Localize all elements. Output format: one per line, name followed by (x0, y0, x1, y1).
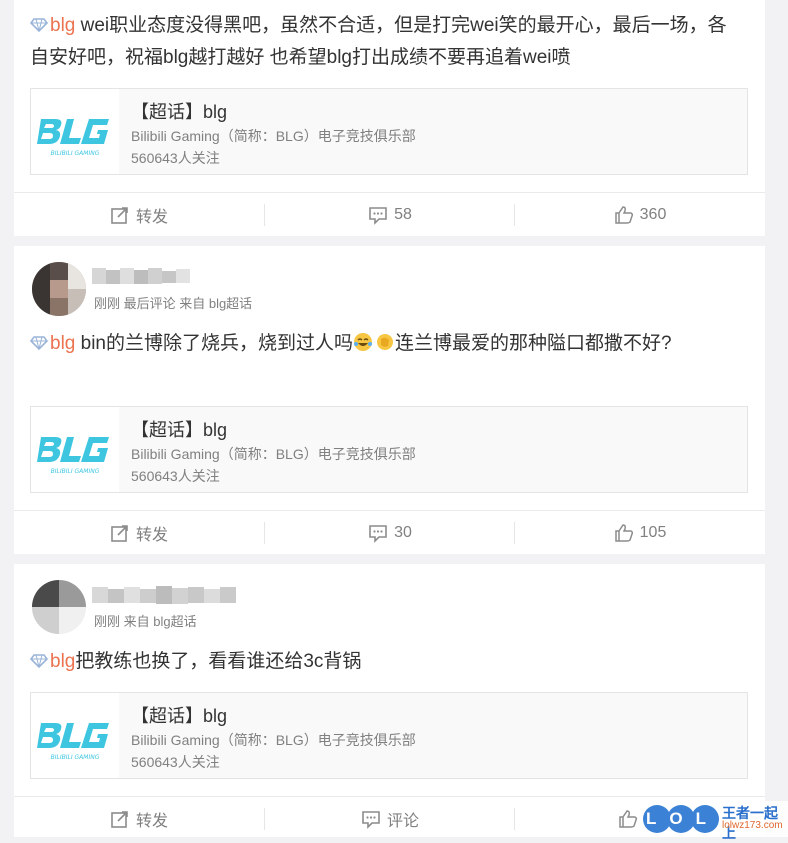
like-icon (614, 523, 634, 543)
avatar[interactable] (32, 262, 86, 316)
watermark-logo-text: LOL (646, 809, 719, 828)
watermark-url: lolwz173.com (722, 820, 783, 831)
super-topic-icon (30, 654, 48, 668)
topic-card-followers: 560643人关注 (131, 150, 220, 166)
repost-button[interactable]: 转发 (14, 193, 264, 237)
topic-card-desc: Bilibili Gaming（简称：BLG）电子竞技俱乐部 (131, 446, 416, 462)
action-bar: 转发 30 105 (14, 510, 765, 555)
blg-logo-icon (31, 407, 119, 492)
avatar[interactable] (32, 580, 86, 634)
like-button[interactable]: 360 (515, 193, 765, 237)
topic-card-title: 【超话】blg (131, 420, 228, 440)
repost-label: 转发 (135, 209, 168, 226)
post-body: wei职业态度没得黑吧，虽然不合适，但是打完wei笑的最开心，最后一场，各自安好… (30, 15, 727, 68)
comment-icon (368, 523, 388, 543)
post-meta: 刚刚 来自 blg超话 (94, 614, 197, 629)
post-card-2: 刚刚 最后评论 来自 blg超话 blg bin的兰博除了烧兵，烧到过人吗 连兰博… (14, 246, 765, 554)
topic-link[interactable]: blg (50, 333, 75, 354)
laugh-cry-emoji-icon (354, 333, 372, 351)
topic-card-title: 【超话】blg (131, 706, 228, 726)
site-watermark: LOL 王者一起上 lolwz173.com (640, 801, 788, 841)
topic-card-followers: 560643人关注 (131, 468, 220, 484)
topic-link[interactable]: blg (50, 651, 75, 672)
repost-label: 转发 (135, 813, 168, 830)
post-text: blg把教练也换了，看看谁还给3c背锅 (30, 646, 737, 678)
comment-count: 30 (394, 524, 412, 541)
post-meta: 刚刚 最后评论 来自 blg超话 (94, 296, 253, 311)
like-icon (614, 205, 634, 225)
topic-link[interactable]: blg (50, 15, 75, 36)
like-count: 105 (639, 524, 667, 541)
hand-emoji-icon (377, 334, 393, 350)
topic-card[interactable]: 【超话】blg Bilibili Gaming（简称：BLG）电子竞技俱乐部 5… (30, 692, 748, 779)
post-text: blg bin的兰博除了烧兵，烧到过人吗 连兰博最爱的那种隘口都撒不好? (30, 328, 737, 360)
post-card-3: 刚刚 来自 blg超话 blg把教练也换了，看看谁还给3c背锅 【超话】blg … (14, 564, 765, 837)
repost-icon (110, 809, 130, 829)
super-topic-icon (30, 336, 48, 350)
like-button[interactable]: 105 (515, 511, 765, 555)
action-bar: 转发 58 360 (14, 192, 765, 237)
topic-card-desc: Bilibili Gaming（简称：BLG）电子竞技俱乐部 (131, 732, 416, 748)
post-body: bin的兰博除了烧兵，烧到过人吗 (75, 333, 353, 354)
topic-card-desc: Bilibili Gaming（简称：BLG）电子竞技俱乐部 (131, 128, 416, 144)
like-count: 360 (639, 206, 667, 223)
comment-label: 评论 (386, 813, 419, 830)
topic-card[interactable]: 【超话】blg Bilibili Gaming（简称：BLG）电子竞技俱乐部 5… (30, 88, 748, 175)
repost-button[interactable]: 转发 (14, 511, 264, 555)
username-blurred[interactable] (92, 584, 248, 604)
blg-logo-icon (31, 693, 119, 778)
super-topic-icon (30, 18, 48, 32)
repost-button[interactable]: 转发 (14, 797, 264, 841)
comment-icon (361, 809, 381, 829)
comment-button[interactable]: 30 (265, 511, 515, 555)
topic-card-title: 【超话】blg (131, 102, 228, 122)
repost-icon (110, 523, 130, 543)
comment-button[interactable]: 评论 (265, 797, 515, 841)
post-body-cont: 连兰博最爱的那种隘口都撒不好? (395, 333, 672, 354)
username-blurred[interactable] (92, 266, 202, 286)
topic-card[interactable]: 【超话】blg Bilibili Gaming（简称：BLG）电子竞技俱乐部 5… (30, 406, 748, 493)
post-text: blg wei职业态度没得黑吧，虽然不合适，但是打完wei笑的最开心，最后一场，… (30, 10, 737, 74)
post-body: 把教练也换了，看看谁还给3c背锅 (75, 651, 362, 672)
like-icon (618, 809, 638, 829)
topic-card-followers: 560643人关注 (131, 754, 220, 770)
repost-label: 转发 (135, 527, 168, 544)
repost-icon (110, 205, 130, 225)
comment-button[interactable]: 58 (265, 193, 515, 237)
blg-logo-icon (31, 89, 119, 174)
post-card-1: blg wei职业态度没得黑吧，虽然不合适，但是打完wei笑的最开心，最后一场，… (14, 0, 765, 236)
comment-icon (368, 205, 388, 225)
comment-count: 58 (394, 206, 412, 223)
